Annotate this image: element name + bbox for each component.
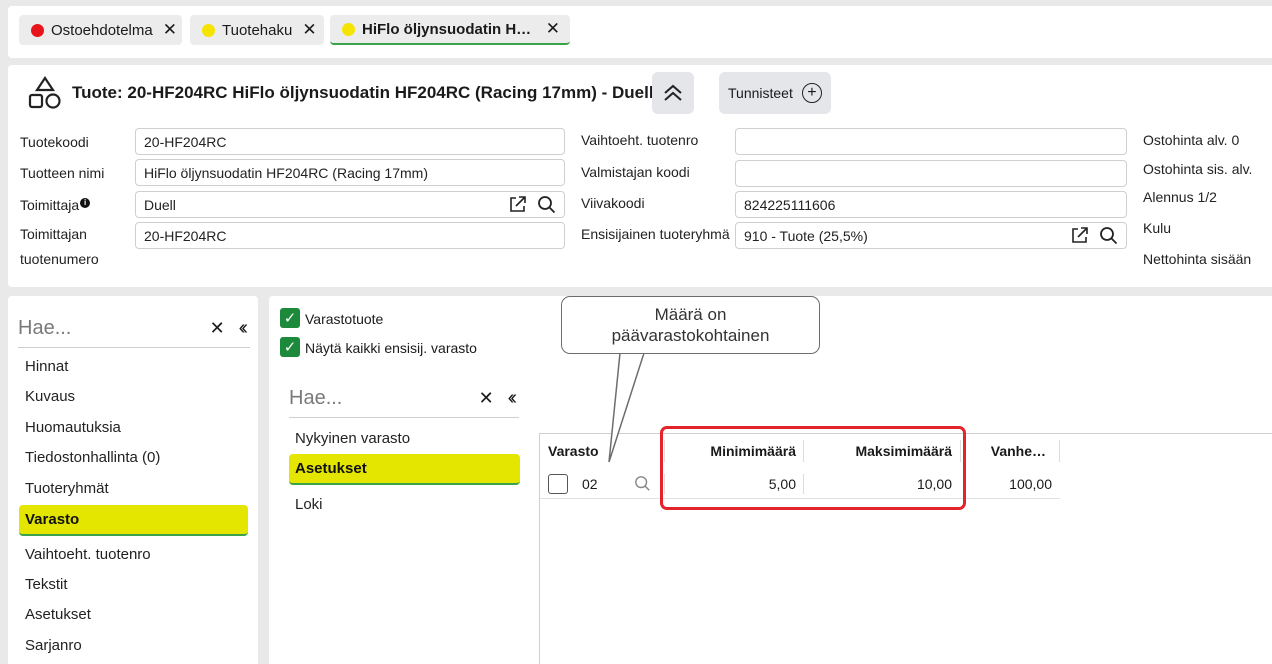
viivakoodi-value: 824225111606 xyxy=(744,196,836,213)
callout-pointer xyxy=(608,352,646,463)
kulu-label: Kulu xyxy=(1143,220,1172,236)
collapse-left-icon[interactable]: ‹‹ xyxy=(508,387,518,410)
viivakoodi-field[interactable]: 824225111606 xyxy=(735,191,1127,218)
subnav-item-nykyinen-varasto[interactable]: Nykyinen varasto xyxy=(295,430,410,447)
close-icon[interactable]: ✕ xyxy=(153,20,177,40)
vaihtoeht-tuotenro-field[interactable] xyxy=(735,128,1127,155)
viivakoodi-label: Viivakoodi xyxy=(581,195,645,211)
checkbox-box xyxy=(548,473,568,494)
tags-button[interactable]: Tunnisteet + xyxy=(719,72,831,114)
search-icon[interactable] xyxy=(634,468,651,499)
vaihtoeht-tuotenro-label: Vaihtoeht. tuotenro xyxy=(581,132,699,148)
tab-hiflo-product[interactable]: HiFlo öljynsuodatin H… ✕ xyxy=(330,15,570,45)
close-icon[interactable]: ✕ xyxy=(536,19,560,39)
tab-ostoehdotelma[interactable]: Ostoehdotelma ✕ xyxy=(19,15,182,45)
external-link-icon[interactable] xyxy=(1070,226,1089,245)
nav-item-tiedostonhallinta[interactable]: Tiedostonhallinta (0) xyxy=(25,449,160,466)
callout-annotation: Määrä on päävarastokohtainen xyxy=(561,296,820,354)
toimittajan-tuotenumero-label-1: Toimittajan xyxy=(20,226,87,242)
toimittajan-tuotenumero-label-2: tuotenumero xyxy=(20,251,99,267)
search-input[interactable]: Hae... xyxy=(18,317,71,340)
valmistajan-koodi-label: Valmistajan koodi xyxy=(581,164,690,180)
ostohinta-alv0-label: Ostohinta alv. 0 xyxy=(1143,132,1240,148)
nav-item-asetukset[interactable]: Asetukset xyxy=(25,606,91,623)
tuotekoodi-field[interactable]: 20-HF204RC xyxy=(135,128,565,155)
column-separator xyxy=(1059,440,1060,462)
status-dot-icon xyxy=(342,22,355,36)
tuotteen-nimi-label: Tuotteen nimi xyxy=(20,165,105,181)
tab-bar: Ostoehdotelma ✕ Tuotehaku ✕ HiFlo öljyns… xyxy=(8,6,1272,58)
search-icon[interactable] xyxy=(1099,226,1118,245)
alennus-label: Alennus 1/2 xyxy=(1143,189,1217,205)
highlight-annotation xyxy=(660,426,966,510)
tuotteen-nimi-value: HiFlo öljynsuodatin HF204RC (Racing 17mm… xyxy=(144,164,428,181)
toimittaja-label: Toimittaja i xyxy=(20,197,91,213)
clear-icon[interactable]: ✕ xyxy=(479,388,494,409)
nettohinta-label: Nettohinta sisään xyxy=(1143,251,1252,267)
collapse-header-button[interactable] xyxy=(652,72,694,114)
collapse-left-icon[interactable]: ‹‹ xyxy=(239,317,249,340)
search-input[interactable]: Hae... xyxy=(289,387,342,410)
show-all-checkbox[interactable]: ✓ xyxy=(280,337,300,357)
nav-item-tuoteryhmat[interactable]: Tuoteryhmät xyxy=(25,480,109,497)
tab-label: Tuotehaku xyxy=(222,21,293,39)
nav-search[interactable]: Hae... ✕ ‹‹ xyxy=(18,310,250,348)
show-all-label: Näytä kaikki ensisij. varasto xyxy=(305,340,477,356)
toimittaja-label-text: Toimittaja xyxy=(20,197,80,213)
tuotekoodi-value: 20-HF204RC xyxy=(144,133,227,150)
title-row: Tuote: 20-HF204RC HiFlo öljynsuodatin HF… xyxy=(28,73,654,113)
cell-vanhe[interactable]: 100,00 xyxy=(966,468,1052,499)
search-icon-glyph xyxy=(635,476,650,491)
toimittaja-value: Duell xyxy=(144,196,176,213)
external-link-icon[interactable] xyxy=(508,195,527,214)
nav-item-kuvaus[interactable]: Kuvaus xyxy=(25,388,75,405)
row-select-checkbox[interactable] xyxy=(548,468,568,499)
status-dot-icon xyxy=(31,23,44,37)
ensisijainen-tuoteryhma-label: Ensisijainen tuoteryhmä xyxy=(581,226,730,242)
callout-line-2: päävarastokohtainen xyxy=(611,326,770,345)
toimittaja-field[interactable]: Duell xyxy=(135,191,565,218)
tab-tuotehaku[interactable]: Tuotehaku ✕ xyxy=(190,15,324,45)
tuotekoodi-label: Tuotekoodi xyxy=(20,134,89,150)
varastotuote-label: Varastotuote xyxy=(305,311,384,327)
tab-label: Ostoehdotelma xyxy=(51,21,153,39)
ensisijainen-tuoteryhma-value: 910 - Tuote (25,5%) xyxy=(744,227,868,244)
page-title: Tuote: 20-HF204RC HiFlo öljynsuodatin HF… xyxy=(72,83,654,102)
subnav-item-asetukset[interactable]: Asetukset xyxy=(289,454,520,485)
left-navigation: Hae... ✕ ‹‹ Hinnat Kuvaus Huomautuksia T… xyxy=(8,296,258,664)
clear-icon[interactable]: ✕ xyxy=(210,318,225,339)
search-icon[interactable] xyxy=(537,195,556,214)
ensisijainen-tuoteryhma-field[interactable]: 910 - Tuote (25,5%) xyxy=(735,222,1127,249)
tuotteen-nimi-field[interactable]: HiFlo öljynsuodatin HF204RC (Racing 17mm… xyxy=(135,159,565,186)
product-shapes-icon xyxy=(28,76,61,109)
toimittajan-tuotenumero-value: 20-HF204RC xyxy=(144,227,227,244)
tab-label: HiFlo öljynsuodatin H… xyxy=(362,20,532,38)
subnav-search[interactable]: Hae... ✕ ‹‹ xyxy=(289,380,519,418)
status-dot-icon xyxy=(202,23,215,37)
varastotuote-checkbox[interactable]: ✓ xyxy=(280,308,300,328)
toimittajan-tuotenumero-field[interactable]: 20-HF204RC xyxy=(135,222,565,249)
subnav-item-loki[interactable]: Loki xyxy=(295,496,323,513)
nav-item-hinnat[interactable]: Hinnat xyxy=(25,358,68,375)
nav-item-sarjanro[interactable]: Sarjanro xyxy=(25,637,82,654)
add-circle-icon: + xyxy=(801,83,822,103)
sub-navigation: Hae... ✕ ‹‹ Nykyinen varasto Asetukset L… xyxy=(283,372,523,664)
nav-item-vaihtoeht-tuotenro[interactable]: Vaihtoeht. tuotenro xyxy=(25,546,151,563)
nav-item-huomautuksia[interactable]: Huomautuksia xyxy=(25,419,121,436)
nav-item-tekstit[interactable]: Tekstit xyxy=(25,576,68,593)
double-chevron-up-icon xyxy=(664,84,682,101)
callout-line-1: Määrä on xyxy=(654,305,727,324)
close-icon[interactable]: ✕ xyxy=(292,20,316,40)
cell-varasto: 02 xyxy=(582,475,598,492)
ostohinta-sis-alv-label: Ostohinta sis. alv. xyxy=(1143,161,1253,177)
column-header-vanhe[interactable]: Vanhe… xyxy=(966,434,1046,468)
info-icon[interactable]: i xyxy=(80,197,91,208)
nav-item-varasto[interactable]: Varasto xyxy=(19,505,248,536)
tags-label: Tunnisteet xyxy=(728,85,793,101)
product-header: Tuote: 20-HF204RC HiFlo öljynsuodatin HF… xyxy=(8,65,1272,287)
valmistajan-koodi-field[interactable] xyxy=(735,160,1127,187)
